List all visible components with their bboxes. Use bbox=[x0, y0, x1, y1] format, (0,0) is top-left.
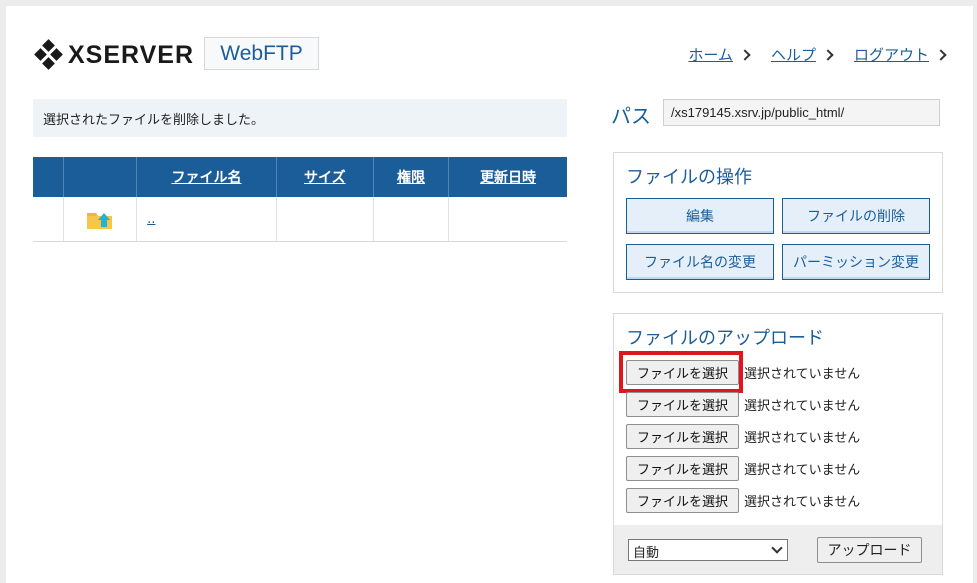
file-table: ファイル名 サイズ 権限 更新日時 .. bbox=[33, 157, 567, 242]
table-header-row: ファイル名 サイズ 権限 更新日時 bbox=[33, 157, 567, 197]
xserver-logo[interactable]: XSERVER bbox=[34, 39, 195, 70]
edit-button[interactable]: 編集 bbox=[626, 198, 774, 234]
col-permission-header[interactable]: 権限 bbox=[373, 157, 450, 197]
row-filename-cell: .. bbox=[136, 197, 277, 242]
file-status-text: 選択されていません bbox=[744, 463, 861, 478]
transfer-mode-select[interactable]: 自動 bbox=[628, 539, 788, 561]
nav-help-link[interactable]: ヘルプ bbox=[770, 44, 834, 65]
upload-footer: 自動 アップロード bbox=[614, 525, 942, 574]
rename-button[interactable]: ファイル名の変更 bbox=[626, 244, 774, 280]
row-modified-cell bbox=[448, 197, 567, 242]
highlight-box bbox=[619, 351, 743, 393]
file-input-row: ファイルを選択 選択されていません bbox=[626, 488, 860, 513]
chevron-right-icon bbox=[935, 48, 947, 61]
choose-file-button[interactable]: ファイルを選択 bbox=[626, 424, 739, 449]
top-nav: ホーム ヘルプ ログアウト bbox=[688, 44, 947, 65]
nav-help-label: ヘルプ bbox=[770, 46, 816, 64]
logo-text: XSERVER bbox=[68, 40, 195, 69]
chevron-right-icon bbox=[822, 48, 834, 61]
col-filename-header[interactable]: ファイル名 bbox=[136, 157, 277, 197]
file-input-row: ファイルを選択 選択されていません bbox=[626, 392, 860, 417]
col-size-header[interactable]: サイズ bbox=[276, 157, 374, 197]
row-size-cell bbox=[276, 197, 374, 242]
chevron-down-icon bbox=[771, 542, 783, 554]
status-message: 選択されたファイルを削除しました。 bbox=[33, 99, 567, 137]
row-select-cell bbox=[33, 197, 64, 242]
app-name-badge: WebFTP bbox=[204, 37, 319, 70]
transfer-mode-value: 自動 bbox=[633, 546, 660, 561]
choose-file-button[interactable]: ファイルを選択 bbox=[626, 456, 739, 481]
file-input-row: ファイルを選択 選択されていません bbox=[626, 456, 860, 481]
col-modified-header[interactable]: 更新日時 bbox=[448, 157, 567, 197]
parent-dir-link[interactable]: .. bbox=[137, 212, 155, 227]
upload-title: ファイルのアップロード bbox=[626, 328, 824, 349]
col-icon-header bbox=[63, 157, 138, 197]
nav-logout-link[interactable]: ログアウト bbox=[853, 44, 947, 65]
upload-button[interactable]: アップロード bbox=[817, 537, 922, 563]
row-icon-cell bbox=[63, 197, 138, 242]
file-input-row: ファイルを選択 選択されていません bbox=[626, 424, 860, 449]
row-permission-cell bbox=[373, 197, 450, 242]
folder-up-icon[interactable] bbox=[86, 208, 114, 230]
file-status-text: 選択されていません bbox=[744, 399, 861, 414]
path-label: パス bbox=[611, 104, 651, 128]
permission-button[interactable]: パーミッション変更 bbox=[782, 244, 930, 280]
logo-diamond-icon bbox=[34, 39, 64, 70]
table-row: .. bbox=[33, 197, 567, 242]
path-field[interactable]: /xs179145.xsrv.jp/public_html/ bbox=[663, 99, 940, 126]
nav-home-label: ホーム bbox=[688, 46, 733, 64]
operations-title: ファイルの操作 bbox=[626, 167, 752, 188]
file-operations-panel: ファイルの操作 編集 ファイルの削除 ファイル名の変更 パーミッション変更 bbox=[613, 152, 943, 293]
col-select-header bbox=[33, 157, 64, 197]
file-upload-panel: ファイルのアップロード ファイルを選択 選択されていません ファイルを選択 選択… bbox=[613, 313, 943, 575]
file-status-text: 選択されていません bbox=[744, 431, 861, 446]
page-card: XSERVER WebFTP ホーム ヘルプ ログアウト 選択されたファイルを削… bbox=[6, 6, 973, 583]
nav-home-link[interactable]: ホーム bbox=[688, 44, 751, 65]
file-status-text: 選択されていません bbox=[744, 495, 861, 510]
choose-file-button[interactable]: ファイルを選択 bbox=[626, 392, 739, 417]
choose-file-button[interactable]: ファイルを選択 bbox=[626, 488, 739, 513]
file-status-text: 選択されていません bbox=[744, 367, 861, 382]
chevron-right-icon bbox=[739, 48, 751, 61]
nav-logout-label: ログアウト bbox=[853, 46, 929, 64]
delete-file-button[interactable]: ファイルの削除 bbox=[782, 198, 930, 234]
